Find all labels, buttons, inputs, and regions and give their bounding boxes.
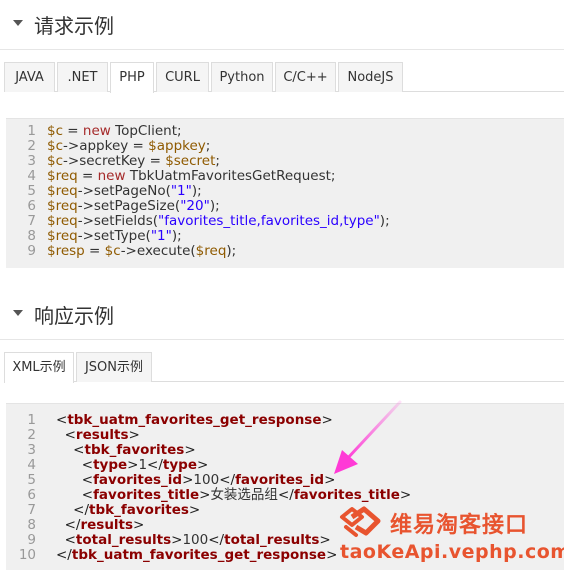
request-section-header[interactable]: 请求示例 (0, 0, 564, 50)
request-language-tab[interactable]: C/C++ (275, 62, 336, 92)
line-number: 7 (27, 213, 36, 229)
request-language-tabs: JAVA .NET PHP CURL Python C/C++ NodeJS (4, 62, 564, 93)
response-format-tab[interactable]: XML示例 (4, 352, 74, 383)
line-number: 5 (27, 183, 36, 199)
request-language-tab[interactable]: JAVA (4, 62, 55, 92)
code-text: $c = new TopClient; (47, 123, 182, 139)
annotation-arrow-icon (334, 400, 402, 474)
code-text: <total_results>100</total_results> (64, 532, 331, 548)
response-section-title: 响应示例 (34, 304, 114, 328)
request-code-line: 1 $c = new TopClient; (6, 124, 556, 139)
line-number: 7 (27, 502, 36, 518)
response-code-line: 4 <type>1</type> (6, 458, 556, 473)
request-code-line: 5 $req->setPageNo("1"); (6, 184, 556, 199)
code-text: <favorites_id>100</favorites_id> (81, 472, 336, 488)
request-code-block: 1 $c = new TopClient; 2 $c->appkey = $appke… (6, 118, 564, 268)
code-text: $req->setType("1"); (47, 228, 182, 244)
watermark: 维易淘客接口 taoKeApi.vephp.com (336, 503, 564, 563)
code-text: <tbk_uatm_favorites_get_response> (56, 412, 333, 428)
code-text: </results> (64, 517, 145, 533)
line-number: 8 (27, 517, 36, 533)
response-code-line: 1 <tbk_uatm_favorites_get_response> (6, 413, 556, 428)
code-text: $req = new TbkUatmFavoritesGetRequest; (47, 168, 336, 184)
code-text: $c->appkey = $appkey; (47, 138, 211, 154)
code-text: $req->setFields("favorites_title,favorit… (47, 213, 390, 229)
line-number: 3 (27, 153, 36, 169)
line-number: 1 (27, 412, 36, 428)
request-language-tab[interactable]: NodeJS (338, 62, 403, 92)
code-text: <favorites_title>女装选品组</favorites_title> (81, 487, 412, 503)
code-text: </tbk_favorites> (73, 502, 201, 518)
collapse-caret-icon[interactable] (13, 310, 23, 316)
line-number: 2 (27, 138, 36, 154)
response-code-line: 5 <favorites_id>100</favorites_id> (6, 473, 556, 488)
code-text: <type>1</type> (81, 457, 209, 473)
line-number: 1 (27, 123, 36, 139)
code-text: $resp = $c->execute($req); (47, 243, 237, 259)
request-code-line: 7 $req->setFields("favorites_title,favori… (6, 214, 556, 229)
line-number: 10 (18, 547, 36, 563)
line-number: 6 (27, 198, 36, 214)
response-code-line: 2 <results> (6, 428, 556, 443)
request-language-tab[interactable]: CURL (156, 62, 209, 92)
request-code-line: 9 $resp = $c->execute($req); (6, 244, 556, 259)
watermark-url: taoKeApi.vephp.com (340, 541, 564, 563)
request-language-tab[interactable]: Python (211, 62, 273, 92)
code-text: <tbk_favorites> (73, 442, 196, 458)
line-number: 9 (27, 532, 36, 548)
line-number: 8 (27, 228, 36, 244)
request-code-line: 2 $c->appkey = $appkey; (6, 139, 556, 154)
response-code-line: 3 <tbk_favorites> (6, 443, 556, 458)
response-format-tabs: XML示例 JSON示例 (4, 352, 564, 383)
request-section-title: 请求示例 (34, 14, 114, 38)
request-code-line: 4 $req = new TbkUatmFavoritesGetRequest; (6, 169, 556, 184)
response-code-line: 6 <favorites_title>女装选品组</favorites_titl… (6, 488, 556, 503)
line-number: 2 (27, 427, 36, 443)
request-language-tab[interactable]: .NET (57, 62, 108, 92)
request-code-line: 8 $req->setType("1"); (6, 229, 556, 244)
watermark-title: 维易淘客接口 (390, 513, 529, 538)
code-text: <results> (64, 427, 140, 443)
line-number: 3 (27, 442, 36, 458)
line-number: 9 (27, 243, 36, 259)
code-text: </tbk_uatm_favorites_get_response> (56, 547, 338, 563)
vephp-logo-icon (340, 506, 381, 537)
code-text: $c->secretKey = $secret; (47, 153, 220, 169)
request-language-tab[interactable]: PHP (110, 62, 154, 93)
line-number: 6 (27, 487, 36, 503)
line-number: 4 (27, 168, 36, 184)
code-text: $req->setPageSize("20"); (47, 198, 220, 214)
code-text: $req->setPageNo("1"); (47, 183, 202, 199)
request-code-line: 3 $c->secretKey = $secret; (6, 154, 556, 169)
request-code-line: 6 $req->setPageSize("20"); (6, 199, 556, 214)
line-number: 5 (27, 472, 36, 488)
collapse-caret-icon[interactable] (13, 20, 23, 26)
response-format-tab[interactable]: JSON示例 (76, 352, 152, 382)
response-section-header[interactable]: 响应示例 (0, 290, 564, 340)
line-number: 4 (27, 457, 36, 473)
